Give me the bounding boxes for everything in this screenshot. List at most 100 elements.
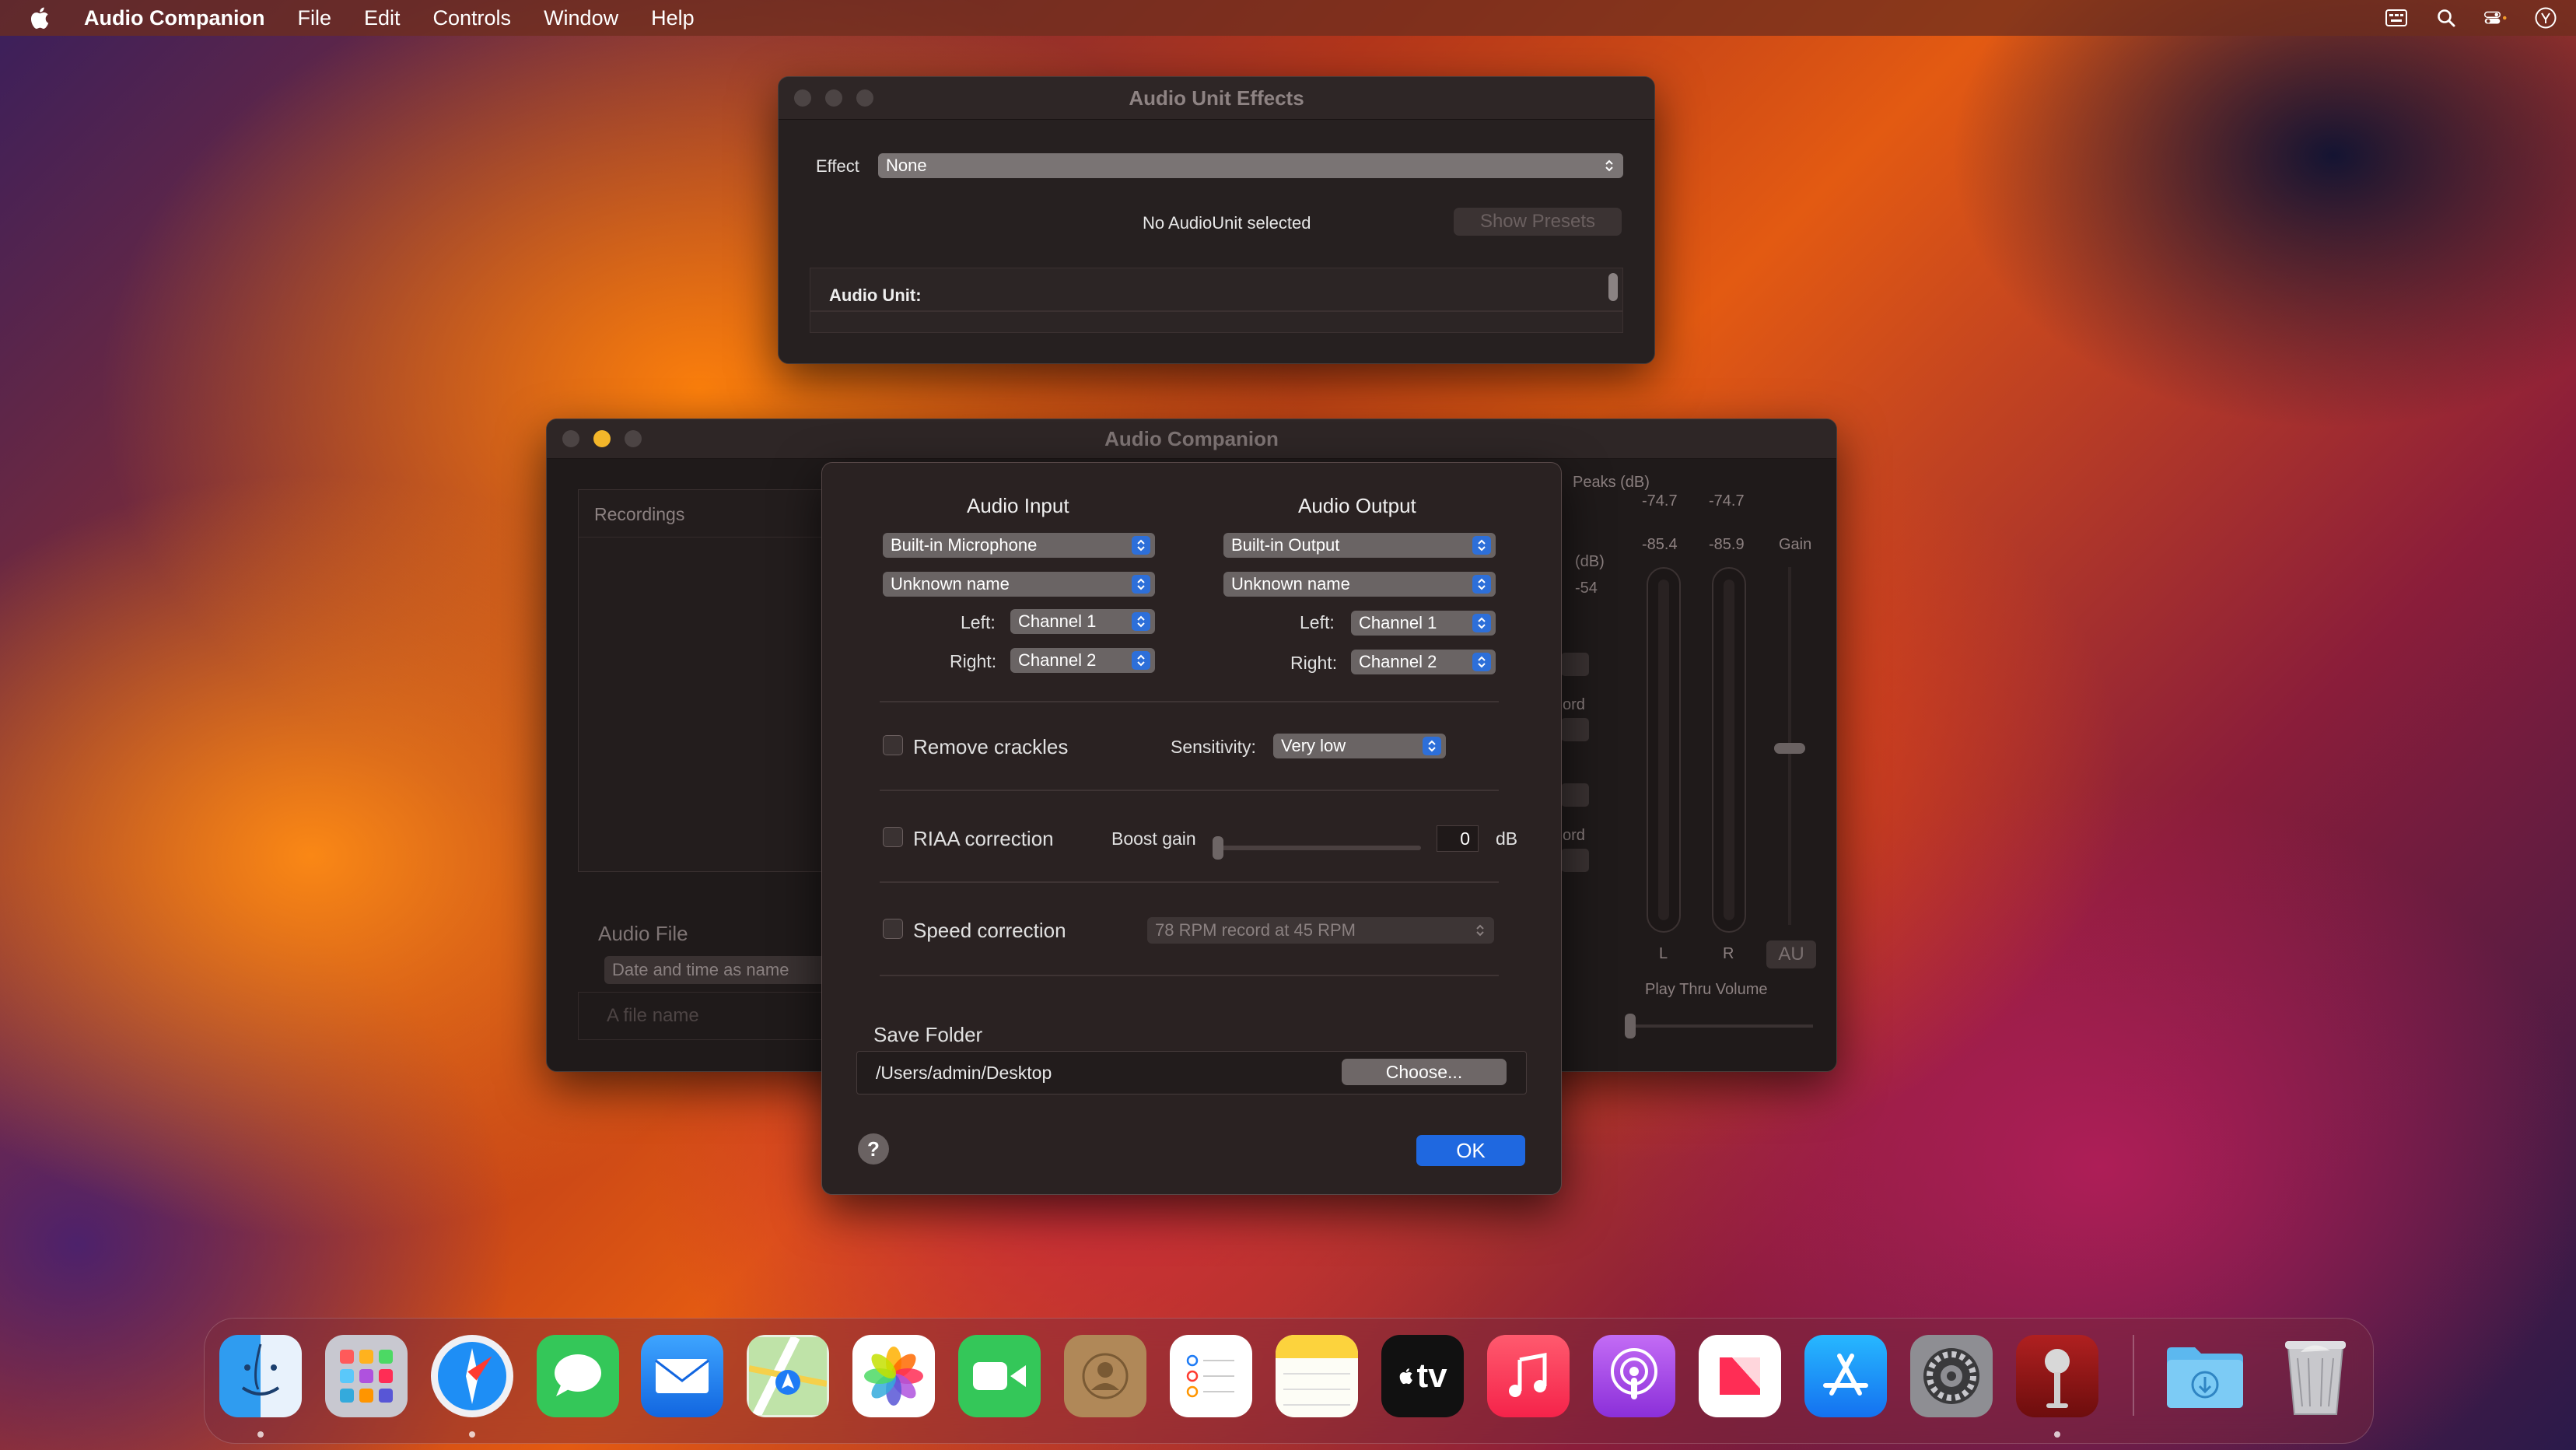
play-thru-volume-label: Play Thru Volume <box>1645 981 1768 998</box>
sensitivity-popup[interactable]: Very low <box>1273 734 1446 758</box>
speed-correction-checkbox[interactable] <box>883 919 903 939</box>
level-meter-right <box>1712 567 1746 933</box>
close-button[interactable] <box>562 430 579 447</box>
dock-separator <box>2133 1335 2134 1416</box>
audio-unit-label: Audio Unit: <box>829 285 922 305</box>
launchpad-icon[interactable] <box>325 1335 408 1417</box>
reminders-icon[interactable] <box>1170 1335 1252 1417</box>
music-icon[interactable] <box>1487 1335 1570 1417</box>
input-menu-icon[interactable] <box>2385 6 2408 30</box>
audio-output-header: Audio Output <box>1298 494 1416 517</box>
menu-window[interactable]: Window <box>544 6 618 30</box>
input-device-popup[interactable]: Built-in Microphone <box>883 533 1155 558</box>
close-button[interactable] <box>794 89 811 107</box>
trash-icon[interactable] <box>2274 1335 2357 1417</box>
maps-icon[interactable] <box>747 1335 829 1417</box>
riaa-correction-checkbox[interactable] <box>883 827 903 847</box>
control-center-icon[interactable] <box>2484 6 2508 30</box>
choose-folder-button[interactable]: Choose... <box>1342 1059 1507 1085</box>
chevron-updown-icon <box>1132 536 1150 555</box>
main-titlebar: Audio Companion <box>547 419 1836 459</box>
zoom-button[interactable] <box>625 430 642 447</box>
partial-popup-3[interactable] <box>1561 783 1589 807</box>
input-left-label: Left: <box>961 612 996 632</box>
input-right-channel-value: Channel 2 <box>1018 650 1097 670</box>
news-icon[interactable] <box>1699 1335 1781 1417</box>
boost-gain-slider-track[interactable] <box>1217 846 1421 850</box>
user-icon[interactable] <box>2534 6 2557 30</box>
finder-icon[interactable] <box>219 1335 302 1417</box>
boost-gain-input[interactable]: 0 <box>1437 825 1479 852</box>
channel-right-label: R <box>1723 945 1734 962</box>
menu-file[interactable]: File <box>297 6 331 30</box>
facetime-icon[interactable] <box>958 1335 1041 1417</box>
effect-popup[interactable]: None <box>878 153 1623 178</box>
audio-unit-view: Audio Unit: <box>810 268 1623 333</box>
peaks-label: Peaks (dB) <box>1573 474 1650 491</box>
chevron-updown-icon <box>1132 575 1150 594</box>
help-button[interactable]: ? <box>858 1133 889 1165</box>
chevron-updown-icon <box>1472 614 1491 632</box>
main-window-title: Audio Companion <box>1104 426 1279 450</box>
speed-option-popup[interactable]: 78 RPM record at 45 RPM <box>1147 917 1494 944</box>
gain-slider-thumb[interactable] <box>1774 743 1805 754</box>
input-left-channel-value: Channel 1 <box>1018 611 1097 631</box>
apple-tv-icon[interactable]: tv <box>1381 1335 1464 1417</box>
output-source-value: Unknown name <box>1231 574 1350 594</box>
safari-icon[interactable] <box>431 1335 513 1417</box>
play-thru-slider-thumb[interactable] <box>1625 1014 1636 1038</box>
input-left-channel-popup[interactable]: Channel 1 <box>1010 609 1155 634</box>
recordings-label: Recordings <box>594 504 685 524</box>
sensitivity-label: Sensitivity: <box>1171 737 1256 757</box>
menu-controls[interactable]: Controls <box>433 6 512 30</box>
menu-app-name[interactable]: Audio Companion <box>84 6 264 30</box>
input-source-value: Unknown name <box>891 574 1010 594</box>
boost-gain-slider-thumb[interactable] <box>1213 836 1223 860</box>
scrollbar-thumb[interactable] <box>1608 273 1618 301</box>
boost-gain-label: Boost gain <box>1111 828 1196 849</box>
apple-tv-label: tv <box>1416 1357 1447 1395</box>
zoom-button[interactable] <box>856 89 873 107</box>
apple-menu-icon[interactable] <box>28 5 50 30</box>
menu-edit[interactable]: Edit <box>364 6 401 30</box>
play-thru-slider-track[interactable] <box>1629 1024 1813 1028</box>
output-device-value: Built-in Output <box>1231 535 1340 555</box>
input-source-popup[interactable]: Unknown name <box>883 572 1155 597</box>
divider <box>880 881 1499 883</box>
spotlight-search-icon[interactable] <box>2434 6 2458 30</box>
output-left-channel-popup[interactable]: Channel 1 <box>1351 611 1496 636</box>
divider <box>880 701 1499 702</box>
podcasts-icon[interactable] <box>1593 1335 1675 1417</box>
effects-titlebar: Audio Unit Effects <box>779 77 1654 120</box>
mail-icon[interactable] <box>641 1335 723 1417</box>
chevron-updown-icon <box>1472 536 1491 555</box>
notes-icon[interactable] <box>1276 1335 1358 1417</box>
naming-option-popup[interactable]: Date and time as name <box>604 956 838 984</box>
output-device-popup[interactable]: Built-in Output <box>1223 533 1496 558</box>
remove-crackles-checkbox[interactable] <box>883 735 903 755</box>
app-store-icon[interactable] <box>1804 1335 1887 1417</box>
chevron-updown-icon <box>1132 651 1150 670</box>
show-presets-button[interactable]: Show Presets <box>1454 208 1622 236</box>
db-label: (dB) <box>1575 553 1605 570</box>
photos-icon[interactable] <box>852 1335 935 1417</box>
messages-icon[interactable] <box>537 1335 619 1417</box>
output-left-channel-value: Channel 1 <box>1359 613 1437 632</box>
contacts-icon[interactable] <box>1064 1335 1146 1417</box>
output-source-popup[interactable]: Unknown name <box>1223 572 1496 597</box>
system-settings-icon[interactable] <box>1910 1335 1993 1417</box>
partial-popup-4[interactable] <box>1561 849 1589 872</box>
audio-companion-icon[interactable] <box>2016 1335 2098 1417</box>
menu-help[interactable]: Help <box>651 6 695 30</box>
partial-popup-2[interactable] <box>1561 718 1589 741</box>
downloads-folder-icon[interactable] <box>2164 1335 2246 1417</box>
output-right-channel-popup[interactable]: Channel 2 <box>1351 650 1496 674</box>
minimize-button[interactable] <box>825 89 842 107</box>
ok-button[interactable]: OK <box>1416 1135 1525 1166</box>
settings-sheet: Audio Input Audio Output Built-in Microp… <box>821 462 1562 1195</box>
input-right-channel-popup[interactable]: Channel 2 <box>1010 648 1155 673</box>
minimize-button[interactable] <box>593 430 611 447</box>
au-button[interactable]: AU <box>1766 940 1816 968</box>
partial-popup-1[interactable] <box>1561 653 1589 676</box>
db-value: -54 <box>1575 580 1598 597</box>
